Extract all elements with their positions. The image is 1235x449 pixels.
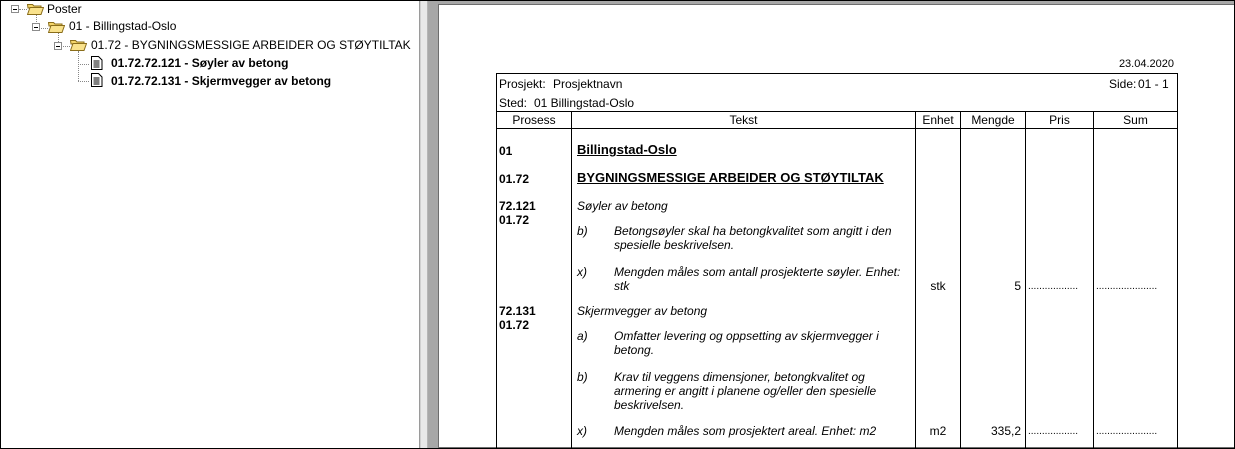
project-label: Prosjekt: (499, 77, 546, 91)
post-title: Søyler av betong (577, 199, 668, 213)
section-code: 01.72 (499, 172, 530, 186)
column-divider (1093, 111, 1094, 448)
column-divider (1025, 111, 1026, 448)
tree-node-chapter[interactable]: 01.72 - BYGNINGSMESSIGE ARBEIDER OG STØY… (91, 37, 411, 53)
tree-item-post[interactable]: 01.72.72.121 - Søyler av betong (111, 55, 288, 71)
line-text: Mengden måles som prosjektert areal. Enh… (614, 424, 877, 438)
folder-open-icon (27, 4, 44, 15)
collapse-minus-icon[interactable] (11, 5, 19, 13)
post-quantity: 5 (1014, 279, 1021, 293)
side-label: Side: (1109, 77, 1137, 91)
column-header-prosess: Prosess (512, 113, 556, 127)
report-table: Prosjekt: Prosjektnavn Side: 01 - 1 Sted… (496, 73, 1178, 448)
tree-connector (19, 9, 27, 10)
collapse-minus-icon[interactable] (54, 42, 62, 50)
tree-connector (78, 51, 79, 81)
tree-node-root[interactable]: Poster (47, 1, 82, 17)
post-unit: stk (930, 279, 946, 293)
post-quantity: 335,2 (990, 424, 1021, 438)
post-code: 72.121 (499, 199, 536, 213)
tree-connector (78, 64, 89, 65)
line-key: x) (577, 424, 587, 438)
document-icon (91, 56, 103, 70)
line-text: Mengden måles som antall prosjekterte sø… (614, 265, 901, 293)
column-divider (571, 111, 572, 448)
line-key: b) (577, 370, 588, 384)
column-header-sum: Sum (1123, 113, 1148, 127)
post-price-blank: .................. (1028, 281, 1079, 292)
line-key: a) (577, 329, 588, 343)
place-value: 01 Billingstad-Oslo (534, 96, 635, 110)
column-header-mengde: Mengde (971, 113, 1015, 127)
report-date: 23.04.2020 (1118, 58, 1174, 70)
line-text: Krav til veggens dimensjoner, betongkval… (614, 370, 877, 412)
print-preview-area[interactable]: 23.04.2020 Prosjekt: Prosjektnavn Side: … (428, 1, 1234, 448)
section-code: 01 (499, 144, 513, 158)
post-price-blank: .................. (1028, 426, 1079, 437)
post-chapter-code: 01.72 (499, 213, 530, 227)
tree-item-post[interactable]: 01.72.72.131 - Skjermvegger av betong (111, 73, 331, 89)
section-title: Billingstad-Oslo (577, 142, 677, 157)
place-label: Sted: (499, 96, 528, 110)
document-icon (91, 73, 103, 87)
section-title: BYGNINGSMESSIGE ARBEIDER OG STØYTILTAK (577, 170, 884, 185)
column-header-tekst: Tekst (729, 113, 758, 127)
tree-node-billingstad[interactable]: 01 - Billingstad-Oslo (69, 18, 176, 34)
post-title: Skjermvegger av betong (577, 304, 708, 318)
line-text: Betongsøyler skal ha betongkvalitet som … (614, 224, 892, 252)
project-value: Prosjektnavn (553, 77, 623, 91)
post-code: 72.131 (499, 304, 536, 318)
report-page: 23.04.2020 Prosjekt: Prosjektnavn Side: … (438, 4, 1234, 448)
column-header-pris: Pris (1049, 113, 1070, 127)
tree-panel: Poster 01 - Billingstad-Oslo 01.72 - BYG… (1, 1, 420, 448)
post-sum-blank: ...................... (1096, 281, 1158, 292)
post-sum-blank: ...................... (1096, 426, 1158, 437)
app-window: Poster 01 - Billingstad-Oslo 01.72 - BYG… (0, 0, 1235, 449)
line-text: Omfatter levering og oppsetting av skjer… (614, 329, 879, 357)
tree-connector (78, 81, 89, 82)
panel-splitter[interactable] (420, 1, 428, 448)
table-rule (497, 128, 1177, 129)
post-unit: m2 (929, 424, 947, 438)
post-chapter-code: 01.72 (499, 318, 530, 332)
line-key: b) (577, 224, 588, 238)
side-value: 01 - 1 (1138, 77, 1169, 91)
collapse-minus-icon[interactable] (32, 23, 40, 31)
line-key: x) (577, 265, 587, 279)
column-header-enhet: Enhet (922, 113, 954, 127)
folder-open-icon (48, 22, 65, 33)
folder-open-icon (70, 40, 87, 51)
